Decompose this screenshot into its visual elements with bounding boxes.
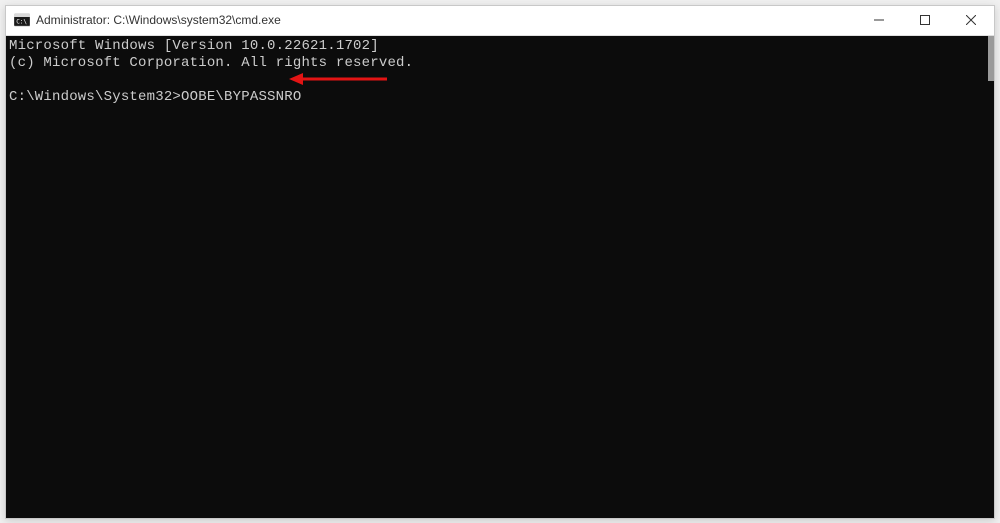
titlebar[interactable]: C:\ Administrator: C:\Windows\system32\c… bbox=[6, 6, 994, 36]
cmd-icon: C:\ bbox=[14, 12, 30, 28]
cmd-window: C:\ Administrator: C:\Windows\system32\c… bbox=[5, 5, 995, 519]
prompt-line: C:\Windows\System32>OOBE\BYPASSNRO bbox=[9, 89, 301, 105]
minimize-button[interactable] bbox=[856, 6, 902, 35]
copyright-line: (c) Microsoft Corporation. All rights re… bbox=[9, 55, 413, 71]
scrollbar-track[interactable] bbox=[988, 36, 994, 518]
window-controls bbox=[856, 6, 994, 35]
close-icon bbox=[966, 15, 976, 25]
scrollbar-thumb[interactable] bbox=[988, 36, 994, 81]
version-line: Microsoft Windows [Version 10.0.22621.17… bbox=[9, 38, 379, 54]
minimize-icon bbox=[874, 15, 884, 25]
maximize-icon bbox=[920, 15, 930, 25]
terminal-output: Microsoft Windows [Version 10.0.22621.17… bbox=[6, 36, 994, 108]
svg-text:C:\: C:\ bbox=[16, 19, 27, 26]
maximize-button[interactable] bbox=[902, 6, 948, 35]
terminal-area[interactable]: Microsoft Windows [Version 10.0.22621.17… bbox=[6, 36, 994, 518]
close-button[interactable] bbox=[948, 6, 994, 35]
window-title: Administrator: C:\Windows\system32\cmd.e… bbox=[36, 13, 856, 27]
